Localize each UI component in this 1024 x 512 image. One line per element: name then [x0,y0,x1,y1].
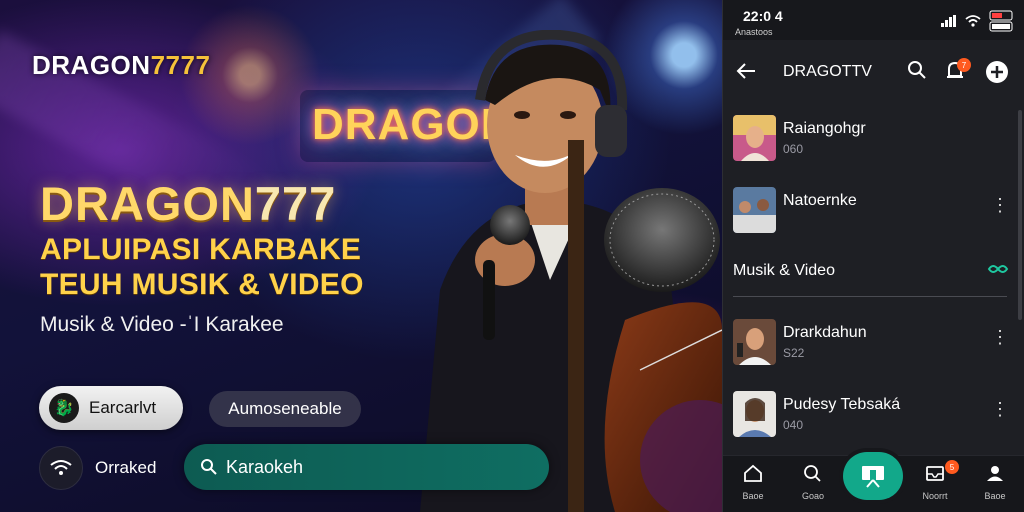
section-label: Musik & Video [733,262,835,279]
back-arrow-icon[interactable] [735,60,757,82]
nav-search[interactable]: Goao [783,464,843,501]
list-item-title: Pudesy Tebsaká [783,396,901,413]
notification-button[interactable]: 7 [945,58,971,87]
list-item-subtitle: 060 [783,142,804,156]
list-item-title: Natoernke [783,192,857,209]
section-divider [733,296,1007,297]
trending-label: Orraked [95,458,157,477]
search-icon[interactable] [907,60,927,80]
search-bar[interactable] [184,444,549,490]
hero-banner: DRAGON7777 DRAGON DRAGON777 APLUIPASI KA… [0,0,722,512]
status-icons [941,10,1015,32]
karaoke-screen-icon [862,466,884,488]
thumbnail [733,115,776,161]
add-icon[interactable] [985,60,1009,84]
list-item[interactable]: Pudesy Tebsaká 040 ⋮ [723,380,1024,450]
dragon-icon: 🐉 [49,393,79,423]
profile-icon [987,466,1003,481]
nav-search-label: Goao [801,491,825,501]
headline-brand: DRAGON777 [40,177,337,230]
more-options-icon[interactable]: ⋮ [991,328,1009,346]
list-item-title: Raiangohgr [783,120,866,137]
app-title: DRAGOTTV [783,63,872,80]
app-bar: DRAGOTTV 7 [723,48,1024,96]
app-panel: 22:0 4 Anastoos DRAGOTTV 7 Raiangohgr 06… [722,0,1024,512]
section-header: Musik & Video [723,250,1024,294]
headline-subtitle-line1: APLUIPASI KARBAKE [40,233,362,266]
inbox-badge: 5 [945,460,959,474]
wifi-icon [39,446,83,490]
singer-illustration [420,30,722,512]
link-icon[interactable] [987,262,1009,276]
list-item[interactable]: Drarkdahun S22 ⋮ [723,308,1024,378]
nav-profile-label: Baoe [984,491,1006,501]
trending-row[interactable]: Orraked [39,446,156,490]
tagline: Musik & Video -ˈI Karakee [40,313,284,336]
nav-inbox[interactable]: 5 Noorrt [905,460,965,501]
headline-subtitle-line2: TEUH MUSIK & VIDEO [40,268,364,301]
more-options-icon[interactable]: ⋮ [991,196,1009,214]
list-item-subtitle: S22 [783,346,805,360]
nav-profile[interactable]: Baoe [965,464,1024,501]
nav-home-label: Baoe [742,491,764,501]
thumbnail [733,319,776,365]
auto-button[interactable]: Aumoseneable [209,391,361,427]
inbox-icon [926,466,944,481]
signal-icon [941,15,956,27]
nav-karaoke-button[interactable] [843,452,903,500]
thumbnail [733,391,776,437]
status-carrier: Anastoos [735,27,773,37]
list-item[interactable]: Raiangohgr 060 [723,104,1024,174]
battery-icon [989,10,1013,32]
list-item-subtitle: 040 [783,418,804,432]
search-input[interactable] [226,456,526,478]
list-item[interactable]: Natoernke ⋮ [723,176,1024,246]
home-icon [744,464,762,482]
nav-home[interactable]: Baoe [723,464,783,501]
bottom-navigation: Baoe Goao 5 Noorrt Baoe [723,452,1024,512]
search-icon [201,459,217,475]
notification-badge: 7 [957,58,971,72]
list-item-title: Drarkdahun [783,324,867,341]
status-time: 22:0 4 [743,8,783,24]
brand-logo: DRAGON7777 [32,50,211,80]
more-options-icon[interactable]: ⋮ [991,400,1009,418]
search-icon [804,465,821,482]
scrollbar[interactable] [1018,110,1022,320]
nav-inbox-label: Noorrt [922,491,948,501]
start-button-label: Earcarlvt [89,398,157,417]
wifi-status-icon [965,15,981,27]
thumbnail [733,187,776,233]
start-button[interactable]: 🐉 Earcarlvt [39,386,183,430]
status-bar: 22:0 4 Anastoos [723,0,1024,40]
